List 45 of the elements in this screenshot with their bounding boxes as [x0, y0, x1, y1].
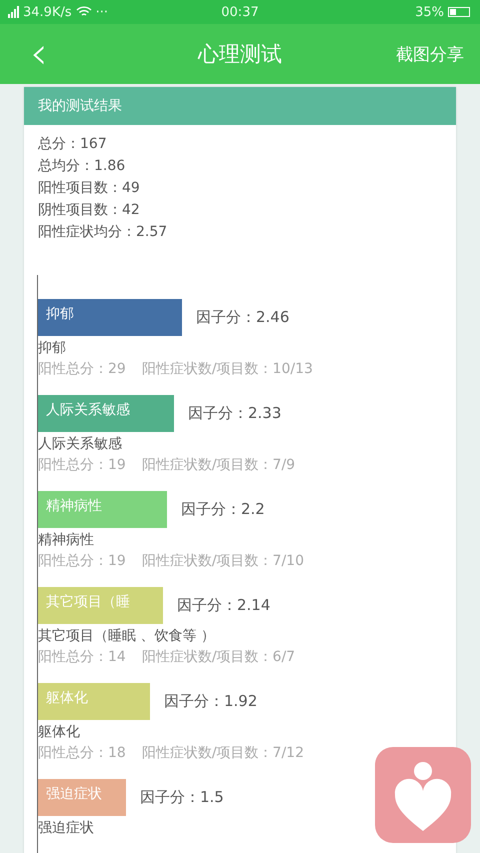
- network-speed: 34.9K/s: [23, 4, 72, 20]
- summary-line: 总均分：1.86: [38, 157, 126, 176]
- positive-total: 阳性总分：14: [38, 648, 126, 667]
- factor-name: 其它项目（睡眠 、饮食等 ）: [38, 627, 216, 646]
- symptom-ratio: 阳性症状数/项目数：7/10: [142, 552, 304, 571]
- factor-name: 精神病性: [38, 531, 95, 550]
- factor-bar: 人际关系敏感: [38, 395, 174, 432]
- positive-total: 阳性总分：19: [38, 552, 126, 571]
- factor-score: 因子分：2.33: [188, 404, 282, 423]
- battery-icon: [448, 7, 470, 17]
- summary-line: 总分：167: [38, 135, 108, 154]
- factor-bar: 其它项目（睡: [38, 587, 163, 624]
- factor-bar: 躯体化: [38, 683, 150, 720]
- back-button[interactable]: ‹: [24, 32, 54, 76]
- symptom-ratio: 阳性症状数/项目数：6/7: [142, 648, 296, 667]
- wifi-icon: [76, 6, 92, 18]
- factor-name: 抑郁: [38, 339, 67, 358]
- factor-name: 强迫症状: [38, 819, 95, 838]
- summary-line: 阳性症状均分：2.57: [38, 223, 168, 242]
- factor-score: 因子分：1.92: [164, 692, 258, 711]
- factor-bar: 抑郁: [38, 299, 182, 336]
- card-header: 我的测试结果: [24, 87, 456, 125]
- heart-app-button[interactable]: [375, 747, 471, 843]
- battery-level: 35%: [415, 4, 444, 20]
- factor-bar: 强迫症状: [38, 779, 126, 816]
- clock: 00:37: [221, 4, 259, 20]
- factor-score: 因子分：2.2: [181, 500, 265, 519]
- factor-score: 因子分：1.5: [140, 788, 224, 807]
- summary-line: 阳性项目数：49: [38, 179, 141, 198]
- summary-line: 阴性项目数：42: [38, 201, 141, 220]
- more-dots: ···: [96, 4, 108, 20]
- positive-total: 阳性总分：18: [38, 744, 126, 763]
- positive-total: 阳性总分：29: [38, 360, 126, 379]
- factor-bar: 精神病性: [38, 491, 167, 528]
- factor-name: 躯体化: [38, 723, 81, 742]
- symptom-ratio: 阳性症状数/项目数：7/12: [142, 744, 304, 763]
- symptom-ratio: 阳性症状数/项目数：10/13: [142, 360, 313, 379]
- symptom-ratio: 阳性症状数/项目数：7/9: [142, 456, 296, 475]
- positive-total: 阳性总分：19: [38, 456, 126, 475]
- signal-icon: [8, 6, 19, 18]
- share-button[interactable]: 截图分享: [396, 38, 464, 70]
- factor-name: 人际关系敏感: [38, 435, 123, 454]
- factor-score: 因子分：2.14: [177, 596, 270, 615]
- factor-score: 因子分：2.46: [196, 308, 290, 327]
- page-title: 心理测试: [198, 41, 282, 68]
